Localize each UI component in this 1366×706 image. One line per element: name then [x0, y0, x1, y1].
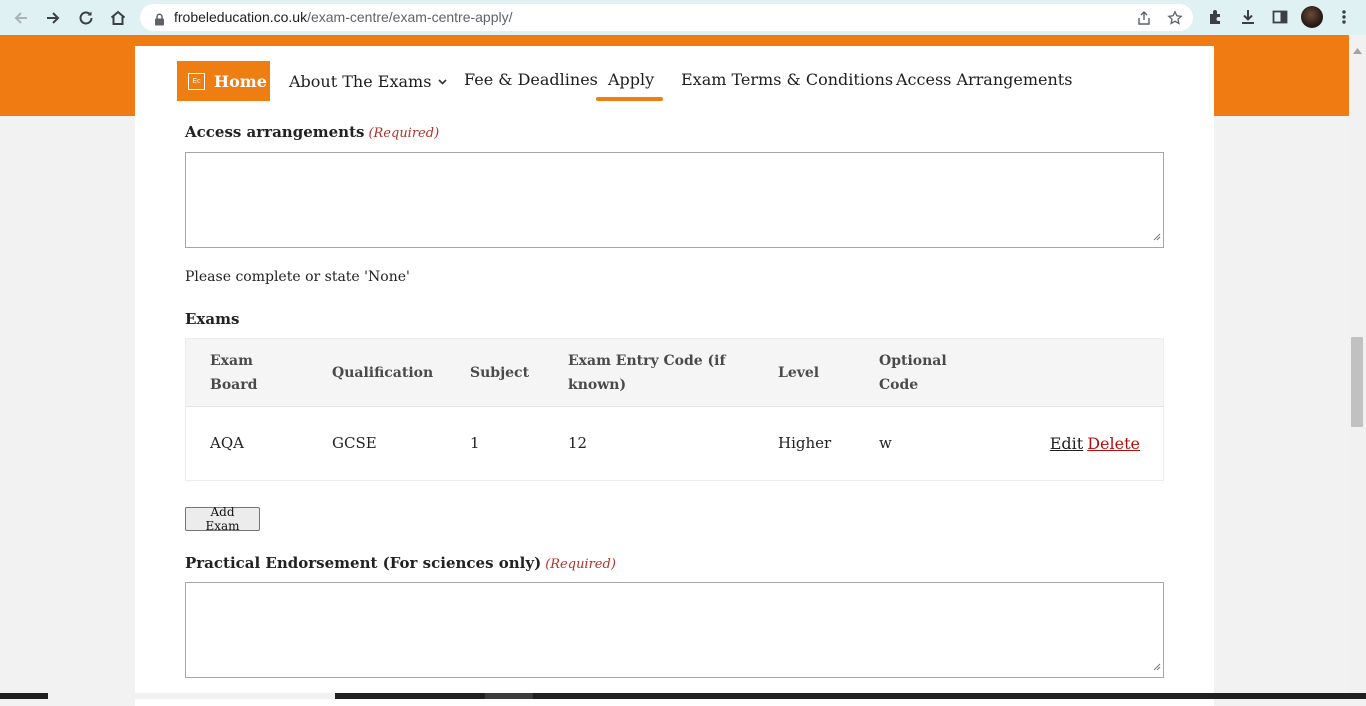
access-arrangements-help: Please complete or state 'None'	[185, 269, 410, 285]
required-indicator: (Required)	[368, 126, 440, 141]
row-actions: Edit Delete	[1050, 434, 1140, 453]
extensions-icon[interactable]	[1206, 7, 1226, 27]
nav-about-exams-label: About The Exams	[289, 72, 432, 91]
home-nav-button[interactable]: Ec Home	[177, 61, 270, 101]
lock-icon	[154, 11, 165, 30]
side-panel-icon[interactable]	[1270, 7, 1290, 27]
address-bar[interactable]: frobeleducation.co.uk/exam-centre/exam-c…	[140, 4, 1193, 31]
column-header: Optional Code	[879, 353, 947, 393]
column-header: Level	[778, 365, 820, 381]
practical-endorsement-label-text: Practical Endorsement (For sciences only…	[185, 554, 542, 572]
nav-fee-deadlines[interactable]: Fee & Deadlines	[464, 70, 598, 89]
delete-link[interactable]: Delete	[1087, 434, 1140, 453]
chevron-down-icon	[438, 70, 447, 89]
taskbar-item	[48, 693, 335, 699]
nav-apply[interactable]: Apply	[608, 70, 654, 89]
cell-subject: 1	[470, 434, 480, 452]
scroll-up-arrow-icon[interactable]	[1353, 39, 1362, 58]
taskbar-strip	[0, 693, 1366, 699]
nav-exam-terms[interactable]: Exam Terms & Conditions	[681, 70, 893, 89]
url-path: /exam-centre/exam-centre-apply/	[307, 9, 513, 25]
practical-endorsement-textarea[interactable]	[185, 582, 1164, 678]
exams-table: Exam Board Qualification Subject Exam En…	[185, 338, 1164, 481]
resize-grip-icon[interactable]	[1153, 226, 1161, 245]
nav-access-arrangements[interactable]: Access Arrangements	[896, 70, 1072, 89]
column-header: Exam Board	[210, 353, 258, 393]
nav-about-exams[interactable]: About The Exams	[289, 70, 447, 91]
url-host: frobeleducation.co.uk	[174, 9, 308, 25]
url-text: frobeleducation.co.uk/exam-centre/exam-c…	[174, 9, 513, 25]
back-icon[interactable]	[8, 5, 34, 31]
reload-icon[interactable]	[73, 5, 99, 31]
download-icon[interactable]	[1238, 7, 1258, 27]
cell-level: Higher	[778, 434, 832, 452]
practical-endorsement-label: Practical Endorsement (For sciences only…	[185, 554, 616, 572]
cell-entry-code: 12	[568, 434, 588, 452]
access-arrangements-label: Access arrangements (Required)	[185, 123, 439, 141]
home-nav-label: Home	[214, 71, 267, 91]
site-logo-icon: Ec	[188, 72, 205, 90]
cell-optional-code: w	[879, 434, 892, 452]
browser-toolbar: frobeleducation.co.uk/exam-centre/exam-c…	[0, 0, 1366, 35]
cell-exam-board: AQA	[210, 434, 244, 452]
required-indicator: (Required)	[545, 557, 616, 572]
scrollbar-thumb[interactable]	[1351, 337, 1363, 427]
active-nav-indicator	[596, 97, 663, 101]
exams-table-header: Exam Board Qualification Subject Exam En…	[186, 339, 1163, 407]
exams-section-title: Exams	[185, 310, 240, 328]
profile-avatar[interactable]	[1301, 6, 1323, 28]
bookmark-star-icon[interactable]	[1167, 10, 1183, 26]
access-arrangements-label-text: Access arrangements	[185, 123, 365, 141]
forward-icon[interactable]	[40, 5, 66, 31]
share-icon[interactable]	[1136, 10, 1152, 26]
add-exam-button[interactable]: Add Exam	[185, 505, 260, 533]
cell-qualification: GCSE	[332, 434, 377, 452]
column-header: Subject	[470, 365, 530, 381]
page-scrollbar[interactable]	[1349, 35, 1366, 699]
resize-grip-icon[interactable]	[1153, 656, 1161, 675]
more-menu-icon[interactable]	[1334, 7, 1354, 27]
access-arrangements-textarea[interactable]	[185, 152, 1164, 248]
taskbar-item	[485, 693, 533, 699]
column-header: Qualification	[332, 365, 434, 381]
edit-link[interactable]: Edit	[1050, 434, 1083, 453]
home-icon[interactable]	[105, 5, 131, 31]
column-header: Exam Entry Code (if known)	[568, 353, 726, 393]
